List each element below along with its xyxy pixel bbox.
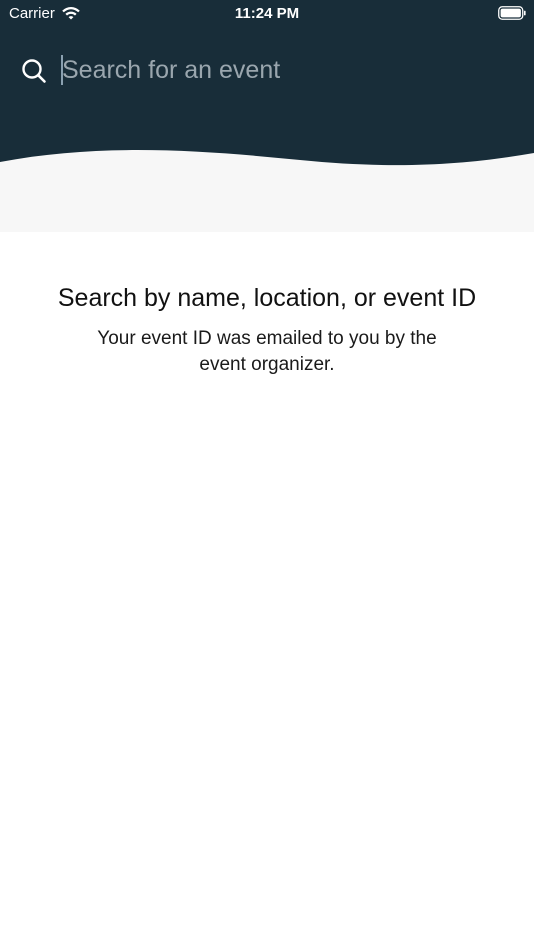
header-wave-background [0, 0, 534, 232]
search-input[interactable] [62, 48, 502, 92]
empty-state: Search by name, location, or event ID Yo… [40, 282, 494, 378]
search-icon[interactable] [21, 58, 47, 84]
battery-icon [498, 6, 526, 20]
search-bar [0, 44, 534, 96]
status-time: 11:24 PM [234, 5, 300, 22]
status-bar: Carrier 11:24 PM [0, 0, 534, 28]
empty-state-subtitle: Your event ID was emailed to you by the … [97, 328, 437, 375]
event-search-screen: Carrier 11:24 PM Search for an event Sea… [0, 0, 534, 950]
empty-state-title: Search by name, location, or event ID [57, 284, 477, 312]
text-cursor [61, 55, 63, 85]
search-header: Carrier 11:24 PM [0, 0, 534, 232]
